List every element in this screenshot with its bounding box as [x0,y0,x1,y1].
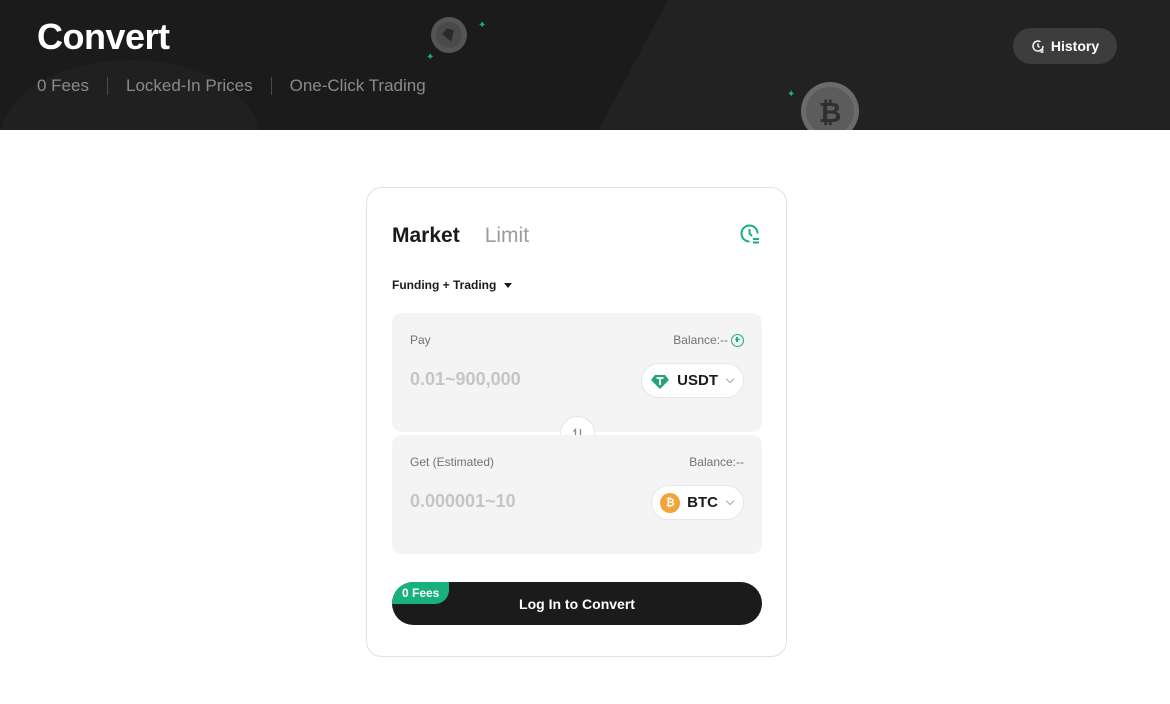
convert-button-label: Log In to Convert [519,595,635,612]
feature-item: 0 Fees [37,76,89,95]
caret-down-icon [504,282,513,288]
get-balance-text: Balance:-- [689,455,744,469]
zero-fees-badge: 0 Fees [392,582,450,604]
pay-coin-selector[interactable]: USDT [641,363,744,398]
feature-divider [270,77,272,95]
pay-balance-text: Balance:-- [673,333,728,347]
get-coin-label: BTC [687,494,718,511]
account-selector[interactable]: Funding + Trading [392,278,513,292]
get-balance: Balance:-- [689,455,744,469]
history-icon [1032,40,1044,53]
chevron-down-icon [725,496,735,506]
pay-amount-input[interactable] [410,365,630,393]
get-panel: Get (Estimated) Balance:-- ₿ BTC [392,435,762,554]
get-amount-input[interactable] [410,487,630,515]
tab-market[interactable]: Market [392,224,460,248]
tab-limit[interactable]: Limit [485,224,529,248]
get-coin-selector[interactable]: ₿ BTC [651,485,744,520]
feature-divider [106,77,108,95]
sparkle-icon: ✦ [787,89,796,100]
add-funds-icon[interactable] [731,333,744,347]
feature-item: Locked-In Prices [125,76,253,95]
order-type-tabs: Market Limit [392,224,529,248]
btc-icon: ₿ [660,492,681,513]
svg-text:₿: ₿ [819,97,842,128]
banner-shape [550,0,1170,130]
feature-list: 0 Fees Locked-In Prices One-Click Tradin… [37,76,426,96]
convert-card: Market Limit Funding + Trading Pay Balan… [366,187,787,657]
login-to-convert-button[interactable]: 0 Fees Log In to Convert [392,582,762,625]
chevron-down-icon [725,374,735,384]
history-label: History [1050,38,1100,54]
pay-balance: Balance:-- [673,333,744,347]
feature-item: One-Click Trading [289,76,426,95]
pay-panel: Pay Balance:-- USDT [392,313,762,432]
pay-label: Pay [410,333,431,347]
page-title: Convert [37,16,170,57]
account-selector-label: Funding + Trading [392,278,497,292]
header-banner: ✦ ✦ ₿ ✦ Convert 0 Fees Locked-In Prices … [0,0,1170,130]
bitcoin-decoration-icon: ₿ [801,82,859,130]
usdt-icon [650,371,670,391]
pay-coin-label: USDT [677,372,718,389]
sparkle-icon: ✦ [426,52,435,63]
get-label: Get (Estimated) [410,455,495,469]
history-button[interactable]: History [1013,28,1117,64]
order-history-icon[interactable] [739,223,761,245]
sparkle-icon: ✦ [478,20,487,31]
